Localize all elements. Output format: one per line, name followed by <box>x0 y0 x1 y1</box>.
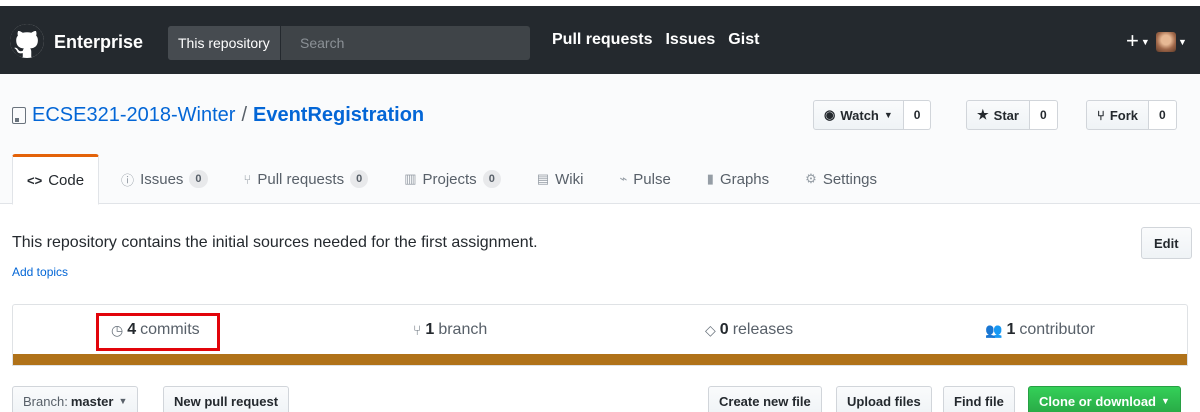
branch-name: master <box>70 393 114 409</box>
tab-label: Pull requests <box>257 170 345 188</box>
header-nav: Pull requests Issues Gist <box>552 31 759 49</box>
create-new-menu[interactable]: + ▼ <box>1126 28 1150 54</box>
search-box: This repository <box>168 26 530 60</box>
tab-projects[interactable]: ▥ Projects 0 <box>390 154 515 204</box>
gear-icon: ⚙ <box>805 171 817 186</box>
releases-count: 0 <box>719 321 729 338</box>
tab-pull-requests[interactable]: ⑂ Pull requests 0 <box>230 154 383 204</box>
search-input[interactable] <box>292 26 528 60</box>
projects-count-badge: 0 <box>482 170 501 188</box>
repo-icon <box>12 107 26 124</box>
add-topics-link[interactable]: Add topics <box>12 265 68 279</box>
issues-count-badge: 0 <box>189 170 208 188</box>
avatar <box>1156 32 1176 52</box>
releases-label: releases <box>732 321 794 338</box>
star-button[interactable]: ★ Star <box>966 100 1030 130</box>
tab-label: Wiki <box>555 170 584 188</box>
tab-label: Graphs <box>719 170 770 188</box>
branch-count: 1 <box>425 321 435 338</box>
tab-label: Issues <box>140 170 184 188</box>
star-icon: ★ <box>977 107 989 122</box>
find-file-button[interactable]: Find file <box>943 386 1015 412</box>
tag-icon: ◇ <box>705 321 716 338</box>
nav-issues[interactable]: Issues <box>665 31 715 49</box>
watch-group: ◉ Watch ▼ 0 <box>813 100 932 130</box>
tab-wiki[interactable]: ▤ Wiki <box>523 154 598 204</box>
tab-settings[interactable]: ⚙ Settings <box>791 154 891 204</box>
branch-label: branch <box>438 321 488 338</box>
github-logo-icon[interactable] <box>10 24 44 58</box>
path-separator: / <box>241 104 247 126</box>
edit-button[interactable]: Edit <box>1141 227 1192 259</box>
highlight-box <box>96 313 220 351</box>
repo-name-link[interactable]: EventRegistration <box>253 104 424 127</box>
watch-button[interactable]: ◉ Watch ▼ <box>813 100 904 130</box>
issue-icon: ⓘ <box>121 172 135 188</box>
nav-gist[interactable]: Gist <box>728 31 759 49</box>
repo-owner-link[interactable]: ECSE321-2018-Winter <box>32 104 235 127</box>
brand-label[interactable]: Enterprise <box>54 32 143 53</box>
site-header: Enterprise This repository Pull requests… <box>0 6 1200 74</box>
repo-description: This repository contains the initial sou… <box>12 234 538 251</box>
tab-code[interactable]: <> Code <box>12 154 100 205</box>
user-menu[interactable]: ▼ <box>1156 32 1187 52</box>
star-count[interactable]: 0 <box>1029 100 1058 130</box>
chevron-down-icon: ▼ <box>1140 37 1150 48</box>
tab-label: Pulse <box>633 170 671 188</box>
tab-label: Projects <box>422 170 477 188</box>
pulse-icon: ⌁ <box>619 171 628 186</box>
fork-group: ⑂ Fork 0 <box>1086 100 1177 130</box>
chevron-down-icon: ▼ <box>1161 396 1170 406</box>
tab-label: Settings <box>822 170 878 188</box>
branch-link[interactable]: ⑂ 1 branch <box>413 305 487 355</box>
clone-label: Clone or download <box>1039 393 1156 409</box>
fork-count[interactable]: 0 <box>1148 100 1177 130</box>
repo-title: ECSE321-2018-Winter / EventRegistration <box>12 104 424 127</box>
eye-icon: ◉ <box>824 107 836 122</box>
branch-select-button[interactable]: Branch: master ▼ <box>12 386 139 412</box>
branch-icon: ⑂ <box>413 322 422 338</box>
contributors-link[interactable]: 👥 1 contributor <box>985 305 1095 355</box>
repo-header: ECSE321-2018-Winter / EventRegistration … <box>0 74 1200 205</box>
plus-icon: + <box>1126 28 1139 53</box>
tab-issues[interactable]: ⓘ Issues 0 <box>107 154 222 204</box>
upload-files-button[interactable]: Upload files <box>836 386 932 412</box>
fork-button[interactable]: ⑂ Fork <box>1086 100 1149 130</box>
chevron-down-icon: ▼ <box>883 110 893 120</box>
tab-graphs[interactable]: ▮ Graphs <box>693 154 783 204</box>
nav-pull-requests[interactable]: Pull requests <box>552 31 652 49</box>
pull-request-icon: ⑂ <box>243 171 252 187</box>
clone-or-download-button[interactable]: Clone or download ▼ <box>1028 386 1181 412</box>
chevron-down-icon: ▼ <box>1178 37 1187 47</box>
chevron-down-icon: ▼ <box>118 396 128 406</box>
search-scope-label[interactable]: This repository <box>168 26 281 60</box>
contributor-label: contributor <box>1019 321 1095 338</box>
tab-label: Code <box>48 172 85 189</box>
people-icon: 👥 <box>985 321 1003 338</box>
watch-count[interactable]: 0 <box>903 100 932 130</box>
branch-prefix: Branch: <box>23 393 68 409</box>
repo-tabs: <> Code ⓘ Issues 0 ⑂ Pull requests 0 ▥ P… <box>12 154 899 205</box>
watch-label: Watch <box>840 107 879 123</box>
wiki-icon: ▤ <box>536 171 550 186</box>
code-icon: <> <box>27 173 43 188</box>
fork-label: Fork <box>1109 107 1138 123</box>
create-new-file-button[interactable]: Create new file <box>708 386 822 412</box>
fork-icon: ⑂ <box>1097 107 1105 123</box>
star-label: Star <box>993 107 1019 123</box>
pull-requests-count-badge: 0 <box>350 170 369 188</box>
tab-pulse[interactable]: ⌁ Pulse <box>605 154 684 204</box>
releases-link[interactable]: ◇ 0 releases <box>705 305 793 355</box>
star-group: ★ Star 0 <box>966 100 1058 130</box>
language-bar[interactable] <box>13 354 1187 365</box>
new-pull-request-button[interactable]: New pull request <box>163 386 290 412</box>
graph-icon: ▮ <box>706 171 714 186</box>
contributor-count: 1 <box>1006 321 1016 338</box>
project-icon: ▥ <box>404 171 417 186</box>
